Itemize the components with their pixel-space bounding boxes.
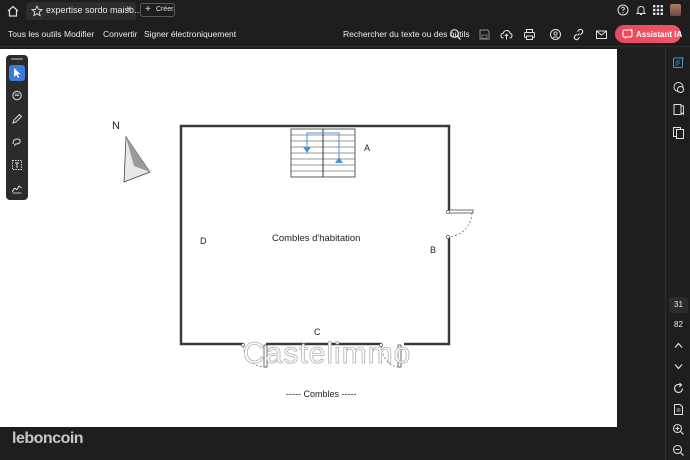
- next-page-icon[interactable]: [672, 360, 685, 373]
- create-label: Créer: [156, 6, 174, 13]
- comment-tool-button[interactable]: [9, 88, 25, 104]
- create-button[interactable]: + Créer: [140, 3, 175, 17]
- staircase: [290, 128, 356, 178]
- email-icon[interactable]: [595, 28, 608, 41]
- help-icon[interactable]: [617, 4, 629, 16]
- pages-thumbnails-icon[interactable]: [672, 126, 685, 139]
- document-tab[interactable]: expertise sordo maiso... ×: [26, 2, 142, 20]
- star-icon[interactable]: [31, 5, 43, 17]
- menu-convert[interactable]: Convertir: [103, 29, 137, 39]
- draw-tool-button[interactable]: [9, 134, 25, 150]
- menu-all-tools[interactable]: Tous les outils: [8, 29, 61, 39]
- apps-grid-icon[interactable]: [652, 4, 664, 16]
- freehand-icon: [12, 138, 21, 147]
- drag-handle[interactable]: [11, 58, 23, 60]
- ai-assistant-label: Assistant IA: [636, 30, 683, 39]
- notifications-icon[interactable]: [635, 4, 647, 16]
- title-bar: expertise sordo maiso... × + Créer: [0, 0, 690, 21]
- total-pages: 82: [674, 320, 683, 329]
- signature-icon: [12, 185, 22, 194]
- ai-assistant-icon: [622, 28, 634, 39]
- user-avatar[interactable]: [670, 4, 681, 16]
- menu-bar: Tous les outils Modifier Convertir Signe…: [0, 21, 690, 47]
- label-b: B: [430, 245, 436, 255]
- print-icon[interactable]: [523, 28, 536, 41]
- share-review-icon[interactable]: [549, 28, 562, 41]
- ai-assistant-button[interactable]: Assistant IA: [615, 25, 683, 43]
- cursor-icon: [14, 68, 21, 78]
- home-icon[interactable]: [6, 4, 20, 18]
- close-tab-icon[interactable]: ×: [126, 4, 132, 15]
- comment-icon: [12, 90, 22, 101]
- text-tool-button[interactable]: [9, 157, 25, 173]
- pen-icon: [12, 113, 23, 124]
- save-icon[interactable]: [478, 28, 491, 41]
- north-label: N: [112, 120, 120, 132]
- link-icon[interactable]: [572, 28, 585, 41]
- cloud-upload-icon[interactable]: [500, 28, 513, 41]
- ai-summary-icon[interactable]: [672, 56, 685, 69]
- plan-watermark: Castelimmo: [243, 337, 411, 370]
- pdf-page: N A B C D Combles d'habitation ----- Com…: [0, 49, 617, 427]
- door-b: [446, 209, 474, 239]
- zoom-out-icon[interactable]: [672, 444, 685, 457]
- page-view-icon[interactable]: [672, 403, 685, 416]
- label-a: A: [364, 143, 370, 153]
- select-tool-button[interactable]: [9, 65, 25, 81]
- site-watermark: leboncoin: [12, 430, 84, 447]
- current-page-field[interactable]: 31: [669, 297, 688, 313]
- label-c: C: [314, 327, 321, 337]
- highlight-tool-button[interactable]: [9, 111, 25, 127]
- menu-edit[interactable]: Modifier: [64, 29, 94, 39]
- rotate-icon[interactable]: [672, 382, 685, 395]
- document-viewport[interactable]: N A B C D Combles d'habitation ----- Com…: [0, 47, 665, 460]
- floor-plan: N A B C D Combles d'habitation ----- Com…: [112, 120, 474, 399]
- label-d: D: [200, 236, 207, 246]
- app-window: expertise sordo maiso... × + Créer Tous …: [0, 0, 690, 460]
- quick-tools-panel: [6, 55, 28, 200]
- room-label: Combles d'habitation: [272, 233, 360, 244]
- text-box-icon: [12, 160, 22, 170]
- search-icon[interactable]: [449, 28, 462, 41]
- right-sidebar: 31 82: [665, 47, 690, 460]
- menu-sign[interactable]: Signer électroniquement: [144, 29, 236, 39]
- zoom-in-icon[interactable]: [672, 423, 685, 436]
- previous-page-icon[interactable]: [672, 339, 685, 352]
- comments-panel-icon[interactable]: [672, 81, 685, 94]
- plan-footer-label: ----- Combles -----: [286, 389, 356, 399]
- sign-tool-button[interactable]: [9, 180, 25, 196]
- plus-icon: +: [145, 4, 151, 15]
- bookmarks-icon[interactable]: [672, 103, 685, 116]
